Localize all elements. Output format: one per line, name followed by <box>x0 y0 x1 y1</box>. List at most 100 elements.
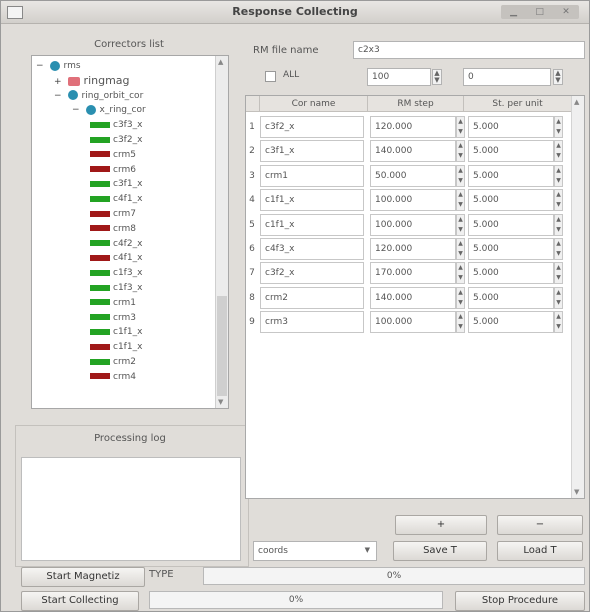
tree-item[interactable]: c3f2_x <box>90 134 142 146</box>
close-icon[interactable]: ✕ <box>562 7 570 17</box>
correctors-tree[interactable]: ▲ ▼ − rms + ringmag − ring_orbit_cor − x_ring_c… <box>31 55 229 409</box>
cor-name-cell[interactable]: c4f3_x <box>260 238 364 260</box>
st-per-unit-spin-arrows[interactable]: ▲ ▼ <box>554 286 563 309</box>
start-collecting-button[interactable]: Start Collecting <box>21 591 139 611</box>
decrease-button[interactable]: − <box>497 515 583 535</box>
scroll-up-icon[interactable]: ▲ <box>218 58 223 66</box>
tree-scroll-thumb[interactable] <box>217 296 227 396</box>
rm-step-spin-arrows[interactable]: ▲ ▼ <box>456 189 465 212</box>
st-per-unit-spin-arrows[interactable]: ▲ ▼ <box>554 238 563 260</box>
cor-name-cell[interactable]: c3f2_x <box>260 116 364 138</box>
rm-step-spin-arrows[interactable]: ▲ ▼ <box>456 262 465 285</box>
tree-item[interactable]: − rms <box>36 60 81 72</box>
header-cor-name[interactable]: Cor name <box>260 96 368 112</box>
cor-name-cell[interactable]: c1f1_x <box>260 189 364 212</box>
rm-step-spinbox[interactable]: 100 <box>367 68 431 86</box>
all-checkbox[interactable] <box>265 71 276 82</box>
tree-item[interactable]: crm8 <box>90 223 136 235</box>
rm-step-cell[interactable]: 140.000 <box>370 140 456 163</box>
rm-step-spin-arrows[interactable]: ▲ ▼ <box>456 311 465 334</box>
st-per-unit-cell[interactable]: 5.000 <box>468 189 554 212</box>
tree-scrollbar[interactable]: ▲ ▼ <box>215 56 228 408</box>
rm-step-cell[interactable]: 50.000 <box>370 164 456 187</box>
cor-name-cell[interactable]: crm1 <box>260 164 364 187</box>
cor-name-cell[interactable]: crm2 <box>260 286 364 309</box>
tree-item[interactable]: + ringmag <box>54 74 130 87</box>
st-per-unit-cell[interactable]: 5.000 <box>468 140 554 163</box>
tree-item[interactable]: crm1 <box>90 297 136 309</box>
coords-combobox[interactable]: coords ▼ <box>253 541 377 561</box>
processing-log-box[interactable] <box>21 457 241 561</box>
tree-item[interactable]: c4f1_x <box>90 252 142 264</box>
rm-step-cell[interactable]: 140.000 <box>370 286 456 309</box>
offset-spin-arrows[interactable]: ▲ ▼ <box>553 69 563 85</box>
rm-step-cell[interactable]: 100.000 <box>370 213 456 236</box>
rm-step-spin-arrows[interactable]: ▲ ▼ <box>456 238 465 260</box>
save-table-button[interactable]: Save T <box>393 541 487 561</box>
scroll-down-icon[interactable]: ▼ <box>218 398 223 406</box>
rm-step-spin-arrows[interactable]: ▲ ▼ <box>456 116 465 138</box>
chevron-down-icon[interactable]: ▼ <box>365 542 370 558</box>
load-table-button[interactable]: Load T <box>497 541 583 561</box>
st-per-unit-cell[interactable]: 5.000 <box>468 311 554 334</box>
st-per-unit-spin-arrows[interactable]: ▲ ▼ <box>554 140 563 163</box>
tree-item[interactable]: c1f3_x <box>90 282 142 294</box>
tree-item[interactable]: crm4 <box>90 371 136 383</box>
tree-item[interactable]: c1f1_x <box>90 326 142 338</box>
rm-step-spin-arrows[interactable]: ▲ ▼ <box>432 69 442 85</box>
tree-item[interactable]: c4f2_x <box>90 238 142 250</box>
rm-step-cell[interactable]: 120.000 <box>370 116 456 138</box>
st-per-unit-spin-arrows[interactable]: ▲ ▼ <box>554 116 563 138</box>
tree-item[interactable]: − ring_orbit_cor <box>54 90 143 102</box>
minimize-icon[interactable]: ▁ <box>510 7 517 17</box>
table-scroll-up-icon[interactable]: ▲ <box>574 98 579 106</box>
rm-step-cell[interactable]: 100.000 <box>370 189 456 212</box>
st-per-unit-cell[interactable]: 5.000 <box>468 262 554 285</box>
tree-item[interactable]: − x_ring_cor <box>72 104 146 116</box>
expand-icon[interactable]: + <box>54 77 62 87</box>
table-scrollbar[interactable]: ▲ ▼ <box>571 96 584 498</box>
cor-name-cell[interactable]: c3f1_x <box>260 140 364 163</box>
tree-item[interactable]: crm6 <box>90 164 136 176</box>
tree-item[interactable]: c1f1_x <box>90 341 142 353</box>
tree-item[interactable]: crm2 <box>90 356 136 368</box>
st-per-unit-cell[interactable]: 5.000 <box>468 238 554 260</box>
maximize-icon[interactable]: □ <box>535 7 544 17</box>
st-per-unit-spin-arrows[interactable]: ▲ ▼ <box>554 213 563 236</box>
rm-step-spin-arrows[interactable]: ▲ ▼ <box>456 286 465 309</box>
table-scroll-down-icon[interactable]: ▼ <box>574 488 579 496</box>
rm-file-input[interactable]: c2x3 <box>353 41 585 59</box>
rm-step-spin-arrows[interactable]: ▲ ▼ <box>456 164 465 187</box>
st-per-unit-spin-arrows[interactable]: ▲ ▼ <box>554 164 563 187</box>
tree-item[interactable]: crm3 <box>90 312 136 324</box>
tree-item[interactable]: crm7 <box>90 208 136 220</box>
rm-step-cell[interactable]: 120.000 <box>370 238 456 260</box>
rm-step-spin-arrows[interactable]: ▲ ▼ <box>456 213 465 236</box>
offset-spinbox[interactable]: 0 <box>463 68 551 86</box>
st-per-unit-spin-arrows[interactable]: ▲ ▼ <box>554 262 563 285</box>
st-per-unit-cell[interactable]: 5.000 <box>468 116 554 138</box>
tree-item[interactable]: c3f1_x <box>90 178 142 190</box>
cor-name-cell[interactable]: c3f2_x <box>260 262 364 285</box>
tree-item[interactable]: crm5 <box>90 149 136 161</box>
cor-name-cell[interactable]: crm3 <box>260 311 364 334</box>
st-per-unit-cell[interactable]: 5.000 <box>468 213 554 236</box>
collapse-icon[interactable]: − <box>36 61 44 71</box>
st-per-unit-spin-arrows[interactable]: ▲ ▼ <box>554 189 563 212</box>
stop-procedure-button[interactable]: Stop Procedure <box>455 591 585 611</box>
increase-button[interactable]: + <box>395 515 487 535</box>
rm-step-cell[interactable]: 100.000 <box>370 311 456 334</box>
start-magnetiz-button[interactable]: Start Magnetiz <box>21 567 145 587</box>
header-st-per-unit[interactable]: St. per unit <box>464 96 572 112</box>
tree-item[interactable]: c1f3_x <box>90 267 142 279</box>
collapse-icon[interactable]: − <box>54 91 62 101</box>
st-per-unit-spin-arrows[interactable]: ▲ ▼ <box>554 311 563 334</box>
tree-item[interactable]: c3f3_x <box>90 119 142 131</box>
cor-name-cell[interactable]: c1f1_x <box>260 213 364 236</box>
collapse-icon[interactable]: − <box>72 105 80 115</box>
st-per-unit-cell[interactable]: 5.000 <box>468 164 554 187</box>
header-rm-step[interactable]: RM step <box>368 96 464 112</box>
rm-step-spin-arrows[interactable]: ▲ ▼ <box>456 140 465 163</box>
rm-step-cell[interactable]: 170.000 <box>370 262 456 285</box>
st-per-unit-cell[interactable]: 5.000 <box>468 286 554 309</box>
